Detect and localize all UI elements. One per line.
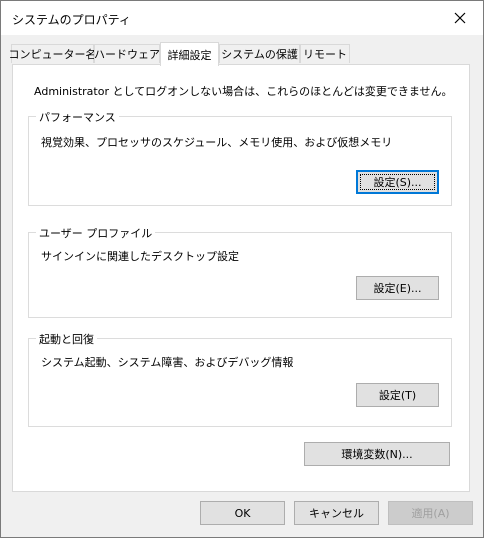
ok-button[interactable]: OK [200, 501, 285, 525]
tab-system-protection[interactable]: システムの保護 [219, 44, 300, 63]
performance-group-title: パフォーマンス [36, 109, 119, 125]
title-bar[interactable]: システムのプロパティ [1, 1, 483, 35]
performance-group: パフォーマンス 視覚効果、プロセッサのスケジュール、メモリ使用、および仮想メモリ… [28, 109, 452, 206]
apply-button[interactable]: 適用(A) [388, 501, 473, 525]
admin-notice-text: Administrator としてログオンしない場合は、これらのほとんどは変更で… [34, 85, 453, 98]
cancel-button[interactable]: キャンセル [294, 501, 379, 525]
close-icon [454, 12, 466, 24]
tab-hardware[interactable]: ハードウェア [94, 44, 160, 63]
user-profile-description: サインインに関連したデスクトップ設定 [41, 250, 239, 263]
environment-variables-button[interactable]: 環境変数(N)... [304, 442, 450, 466]
advanced-tab-panel: Administrator としてログオンしない場合は、これらのほとんどは変更で… [12, 64, 470, 492]
user-profile-group: ユーザー プロファイル サインインに関連したデスクトップ設定 設定(E)... [28, 225, 452, 318]
startup-recovery-group: 起動と回復 システム起動、システム障害、およびデバッグ情報 設定(T) [28, 331, 452, 427]
user-profile-settings-button[interactable]: 設定(E)... [356, 276, 439, 300]
tab-advanced[interactable]: 詳細設定 [160, 42, 219, 66]
startup-recovery-description: システム起動、システム障害、およびデバッグ情報 [41, 356, 294, 369]
tab-computer-name[interactable]: コンピューター名 [9, 44, 97, 63]
window-title: システムのプロパティ [12, 13, 131, 27]
performance-settings-button[interactable]: 設定(S)... [356, 170, 439, 194]
close-button[interactable] [437, 1, 483, 35]
startup-recovery-group-title: 起動と回復 [36, 331, 97, 347]
performance-description: 視覚効果、プロセッサのスケジュール、メモリ使用、および仮想メモリ [41, 136, 393, 149]
system-properties-dialog: システムのプロパティ コンピューター名 ハードウェア 詳細設定 システムの保護 … [0, 0, 484, 538]
tab-remote[interactable]: リモート [300, 44, 350, 63]
startup-recovery-settings-button[interactable]: 設定(T) [356, 383, 439, 407]
user-profile-group-title: ユーザー プロファイル [36, 225, 156, 241]
